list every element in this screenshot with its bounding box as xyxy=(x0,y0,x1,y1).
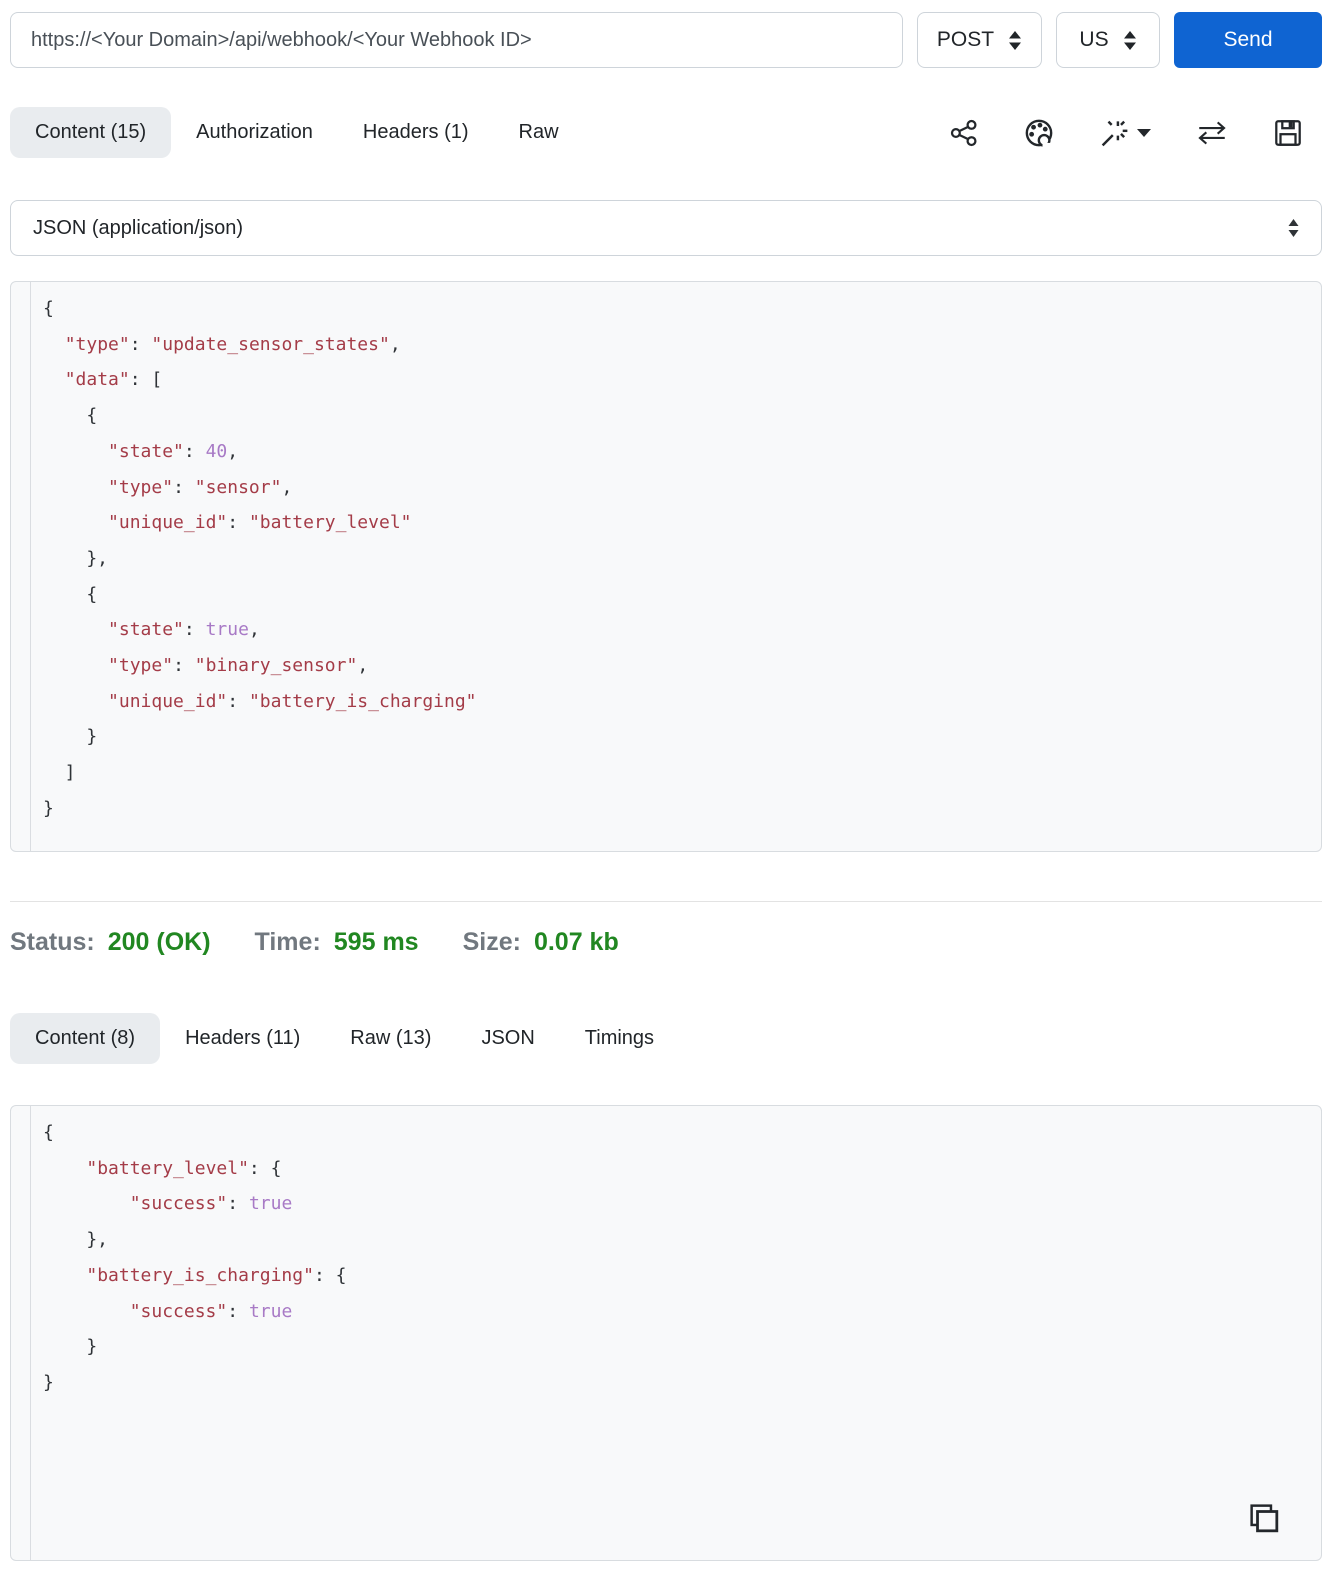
tab-response-content[interactable]: Content (8) xyxy=(10,1013,161,1064)
region-select[interactable]: US xyxy=(1056,12,1160,68)
tab-response-raw[interactable]: Raw (13) xyxy=(325,1013,456,1064)
response-tabs: Content (8) Headers (11) Raw (13) JSON T… xyxy=(0,1011,1335,1066)
size-label: Size: xyxy=(462,928,521,956)
updown-caret-icon xyxy=(1009,30,1022,50)
tab-content[interactable]: Content (15) xyxy=(10,107,172,158)
time-label: Time: xyxy=(254,928,321,956)
updown-caret-icon xyxy=(1123,30,1136,50)
share-icon[interactable] xyxy=(949,118,979,148)
dropdown-caret-icon xyxy=(1137,128,1151,137)
method-select[interactable]: POST xyxy=(917,12,1042,68)
send-button[interactable]: Send xyxy=(1174,12,1322,68)
status-value: 200 (OK) xyxy=(107,928,211,956)
magic-wand-icon[interactable] xyxy=(1099,117,1151,149)
content-type-value: JSON (application/json) xyxy=(33,216,244,239)
save-icon[interactable] xyxy=(1273,118,1303,148)
region-select-value: US xyxy=(1079,28,1109,51)
editor-gutter xyxy=(11,282,31,851)
request-toolbar xyxy=(949,117,1325,149)
response-status-row: Status: 200 (OK) Time: 595 ms Size: 0.07… xyxy=(10,928,1325,957)
tab-raw[interactable]: Raw xyxy=(494,107,584,158)
palette-icon[interactable] xyxy=(1023,117,1055,149)
response-body-viewer: { "battery_level": { "success": true }, … xyxy=(10,1105,1322,1561)
response-body-code: { "battery_level": { "success": true }, … xyxy=(43,1122,347,1393)
section-divider xyxy=(10,901,1322,902)
updown-caret-icon xyxy=(1288,219,1299,237)
size-value: 0.07 kb xyxy=(533,928,619,956)
tab-response-json[interactable]: JSON xyxy=(456,1013,559,1064)
swap-icon[interactable] xyxy=(1195,120,1229,146)
request-body-editor[interactable]: { "type": "update_sensor_states", "data"… xyxy=(10,281,1322,852)
tab-response-timings[interactable]: Timings xyxy=(560,1013,679,1064)
content-type-select[interactable]: JSON (application/json) xyxy=(10,200,1322,256)
time-value: 595 ms xyxy=(333,928,419,956)
tab-response-headers[interactable]: Headers (11) xyxy=(160,1013,325,1064)
status-label: Status: xyxy=(10,928,95,956)
method-select-value: POST xyxy=(936,28,995,51)
tab-headers[interactable]: Headers (1) xyxy=(338,107,494,158)
viewer-gutter xyxy=(11,1106,31,1560)
url-input[interactable] xyxy=(10,12,903,68)
request-bar: POST US Send xyxy=(0,0,1335,68)
copy-icon[interactable] xyxy=(1247,1501,1281,1540)
tab-authorization[interactable]: Authorization xyxy=(171,107,338,158)
request-tabs: Content (15) Authorization Headers (1) R… xyxy=(0,105,1335,160)
request-body-code: { "type": "update_sensor_states", "data"… xyxy=(43,298,477,819)
